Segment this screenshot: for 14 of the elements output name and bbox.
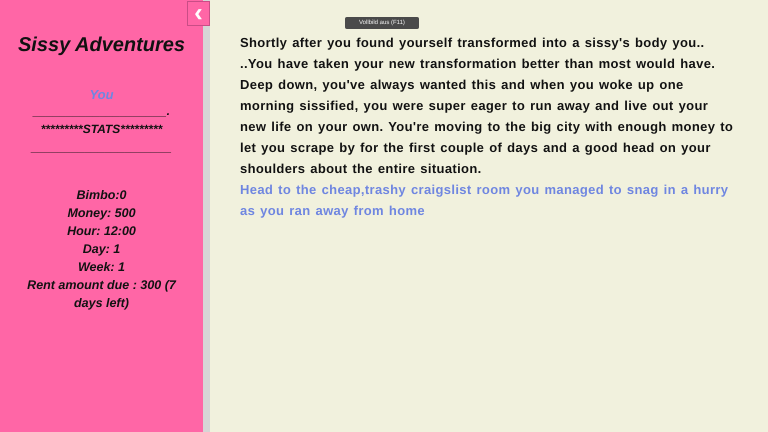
stat-text: Bimbo:0 [76,187,126,204]
scrollbar[interactable] [203,0,210,432]
stat-text: Money: 500 [67,205,136,222]
passage-link[interactable]: Head to the cheap,trashy craigslist room you managed to snag in a hurry as you ran away from home [240,179,738,221]
sidebar-toggle-button[interactable]: ‹ [187,1,210,26]
story-title: Sissy Adventures [18,34,186,57]
stat-text: Rent amount due : 300 (7 days left) [26,277,178,312]
stat-text: Hour: 12:00 [67,223,136,240]
divider-line: ____________________. [33,103,170,120]
stats-heading: *********STATS********* [40,121,162,138]
stat-text: Day: 1 [82,241,120,258]
divider-line: _____________________ [31,139,172,156]
stat-text: Week: 1 [78,259,125,276]
passage-text: Shortly after you found yourself transformed into a sissy's body you.. ..You have taken your new transformation better than most would have. Deep down, you've always wanted this and when you woke up one morning sissified, you were super eager to run away and live out your new life on your own. You're moving to the big city with enough money to let you scrape by for the first couple of days and a good head on your shoulders about the entire situation. [240,34,734,178]
